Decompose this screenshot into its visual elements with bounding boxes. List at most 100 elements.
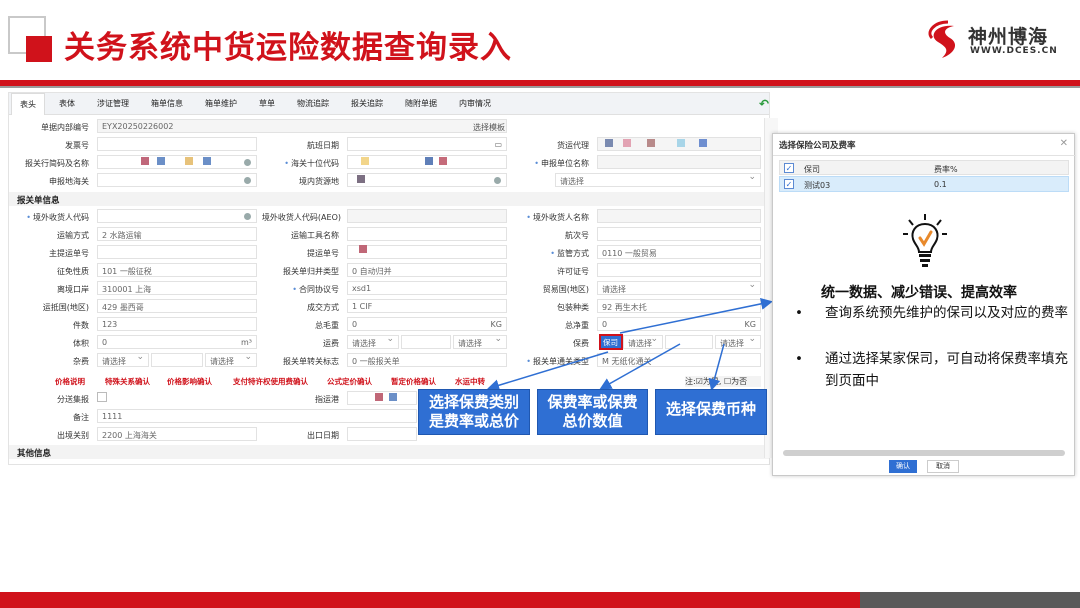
row-rate: 0.1	[934, 180, 947, 189]
redacted-mark	[389, 393, 397, 401]
tax-field[interactable]: 101 一般征税	[97, 263, 257, 277]
premium-type-select[interactable]: 保司	[599, 334, 623, 350]
declare-place-field[interactable]	[97, 173, 257, 187]
tab-packing-maint[interactable]: 箱单维护	[205, 98, 237, 109]
tab-attachments[interactable]: 随附单据	[405, 98, 437, 109]
logo-text: 神州博海	[968, 26, 1049, 48]
split-report-checkbox[interactable]	[97, 392, 107, 402]
package-field[interactable]: 92 再生木托	[597, 299, 761, 313]
exit-date-field[interactable]	[347, 427, 417, 441]
link-royalty[interactable]: 支付特许权使用费确认	[233, 376, 308, 387]
table-row[interactable]: ✓ 测试03 0.1	[779, 176, 1069, 192]
misc-type-select[interactable]: 请选择	[97, 353, 149, 367]
overseas-name-field[interactable]	[597, 209, 761, 223]
dialog-heading: 统一数据、减少错误、提高效率	[821, 285, 1017, 301]
transport-field[interactable]: 2 水路运输	[97, 227, 257, 241]
domestic-source-field[interactable]	[347, 173, 507, 187]
tab-bar: 表头 表体 涉证管理 箱单信息 箱单维护 草单 物流追踪 报关追踪 随附单据 内…	[9, 93, 769, 115]
redacted-mark	[699, 139, 707, 147]
gross-weight-field[interactable]: 0 KG	[347, 317, 507, 331]
close-icon[interactable]: ✕	[1060, 138, 1068, 149]
cancel-button[interactable]: 取消	[927, 460, 959, 473]
net-weight-field[interactable]: 0 KG	[597, 317, 761, 331]
footer-bar	[0, 592, 860, 608]
callout-premium-type: 选择保费类别 是费率或总价	[418, 389, 530, 435]
tab-declare-track[interactable]: 报关追踪	[351, 98, 383, 109]
undo-icon[interactable]: ↶	[759, 97, 769, 111]
trade-country-select[interactable]: 请选择	[597, 281, 761, 295]
pieces-field[interactable]: 123	[97, 317, 257, 331]
domestic-region-select[interactable]: 请选择	[555, 173, 761, 187]
overseas-aeo-field[interactable]	[347, 209, 507, 223]
redacted-mark	[185, 157, 193, 165]
link-provisional-price[interactable]: 暂定价格确认	[391, 376, 436, 387]
select-all-checkbox[interactable]: ✓	[784, 163, 794, 173]
misc-value-field[interactable]	[151, 353, 203, 367]
supervision-field[interactable]: 0110 一般贸易	[597, 245, 761, 259]
declarant-field[interactable]	[97, 155, 257, 169]
invoice-label: 发票号	[65, 141, 89, 150]
net-weight-label: 总净重	[565, 321, 589, 330]
deal-mode-field[interactable]: 1 CIF	[347, 299, 507, 313]
bullet-item: • 通过选择某家保司，可自动将保费率填充到页面中	[795, 351, 1068, 389]
exit-port-field[interactable]: 310001 上海	[97, 281, 257, 295]
tab-draft[interactable]: 草单	[259, 98, 275, 109]
gross-weight-label: 总毛重	[315, 321, 339, 330]
vehicle-field[interactable]	[347, 227, 507, 241]
remark-field[interactable]: 1111	[97, 409, 417, 423]
license-field[interactable]	[597, 263, 761, 277]
link-special-relation[interactable]: 特殊关系确认	[105, 376, 150, 387]
transfer-flag-label: 报关单转关标志	[283, 357, 339, 366]
transfer-flag-field[interactable]: 0 一般报关单	[347, 353, 507, 367]
redacted-mark	[425, 157, 433, 165]
premium-currency-select[interactable]: 请选择	[715, 335, 761, 349]
link-price-note[interactable]: 价格说明	[55, 376, 85, 387]
voyage-field[interactable]	[597, 227, 761, 241]
premium-type-dropdown[interactable]: 请选择	[623, 335, 663, 349]
internal-no-field[interactable]: EYX20250226002	[97, 119, 507, 133]
tab-license[interactable]: 涉证管理	[97, 98, 129, 109]
checkbox-legend: 注:☑为是, ☐为否	[685, 376, 761, 387]
misc-currency-select[interactable]: 请选择	[205, 353, 257, 367]
exit-customs-field[interactable]: 2200 上海海关	[97, 427, 257, 441]
master-bill-field[interactable]	[97, 245, 257, 259]
domestic-source-label: 境内货源地	[299, 177, 339, 186]
declaring-unit-label: 申报单位名称	[509, 158, 589, 169]
overseas-code-field[interactable]	[97, 209, 257, 223]
link-formula-price[interactable]: 公式定价确认	[327, 376, 372, 387]
tab-logistics[interactable]: 物流追踪	[297, 98, 329, 109]
calendar-icon[interactable]: ▭	[494, 140, 502, 149]
freight-type-select[interactable]: 请选择	[347, 335, 399, 349]
trade-country-label: 贸易国(地区)	[542, 285, 589, 294]
dialog-title: 选择保险公司及费率	[773, 134, 1076, 156]
dialog-scrollbar[interactable]	[783, 450, 1065, 456]
exit-date-label: 出口日期	[307, 431, 339, 440]
redacted-mark	[157, 157, 165, 165]
tab-audit[interactable]: 内审情况	[459, 98, 491, 109]
lightbulb-icon	[903, 214, 947, 267]
tab-header[interactable]: 表头	[11, 93, 45, 115]
vehicle-label: 运输工具名称	[291, 231, 339, 240]
row-checkbox[interactable]: ✓	[784, 179, 794, 189]
contract-field[interactable]: xsd1	[347, 281, 507, 295]
tab-packing-info[interactable]: 箱单信息	[151, 98, 183, 109]
declare-merge-field[interactable]: 0 自动归并	[347, 263, 507, 277]
declare-type-field[interactable]: M 无纸化通关	[597, 353, 761, 367]
invoice-field[interactable]	[97, 137, 257, 151]
freight-agent-label: 货运代理	[557, 141, 589, 150]
tab-body[interactable]: 表体	[59, 98, 75, 109]
select-template-button[interactable]: 选择模板	[469, 122, 505, 133]
premium-value-field[interactable]	[665, 335, 713, 349]
dest-country-field[interactable]: 429 墨西哥	[97, 299, 257, 313]
declaring-unit-field[interactable]	[597, 155, 761, 169]
link-price-impact[interactable]: 价格影响确认	[167, 376, 212, 387]
link-water-transfer[interactable]: 水运中转	[455, 376, 485, 387]
pieces-label: 件数	[73, 321, 89, 330]
freight-value-field[interactable]	[401, 335, 451, 349]
volume-field[interactable]: 0 m³	[97, 335, 257, 349]
confirm-button[interactable]: 确认	[889, 460, 917, 473]
flight-date-field[interactable]: ▭	[347, 137, 507, 151]
freight-currency-select[interactable]: 请选择	[453, 335, 507, 349]
volume-label: 体积	[73, 339, 89, 348]
bill-field[interactable]	[347, 245, 507, 259]
